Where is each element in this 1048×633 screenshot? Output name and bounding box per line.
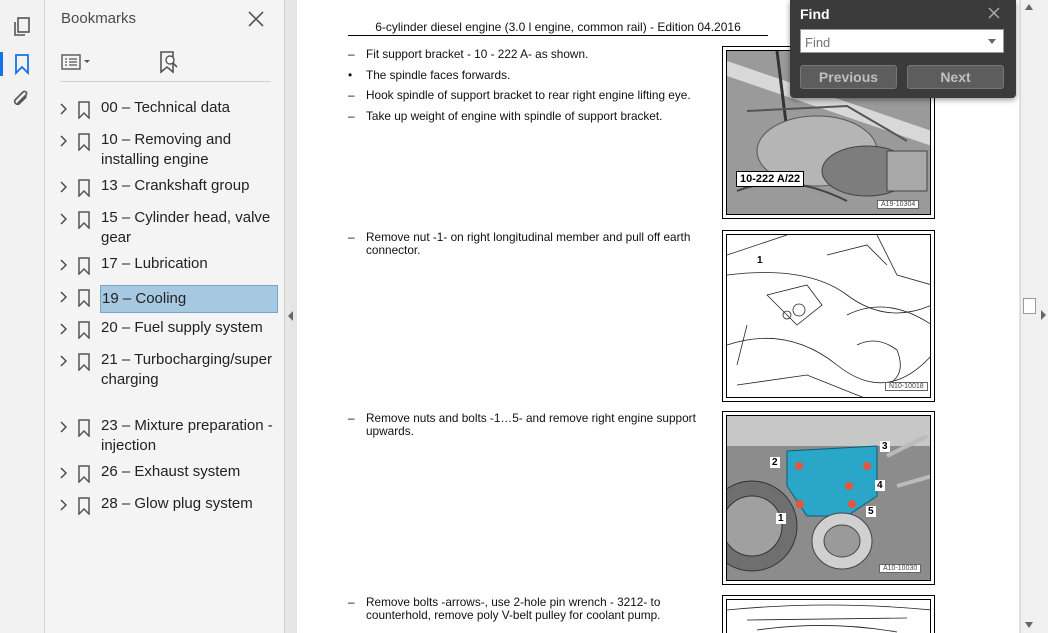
page-header: 6-cylinder diesel engine (3.0 l engine, … [348, 20, 768, 36]
figure-callout: 2 [770, 457, 780, 468]
figure-engine-support: 1 2 3 4 5 A10-10030 [722, 411, 935, 585]
bookmarks-title: Bookmarks [61, 10, 137, 27]
find-input-box[interactable] [800, 29, 1004, 53]
bookmark-icon [78, 257, 90, 275]
step-text: Remove bolts -arrows-, use 2-hole pin wr… [366, 595, 661, 622]
figure-code: N10-10018 [885, 382, 928, 391]
figure-callout: 1 [755, 255, 765, 266]
step-marker: – [348, 595, 355, 609]
figure-code: A10-10030 [879, 564, 922, 573]
next-button[interactable]: Next [907, 65, 1004, 89]
chevron-right-icon[interactable] [58, 102, 68, 116]
bookmark-label: 17 – Lubrication [101, 255, 208, 272]
bookmark-label: 21 – Turbocharging/supercharging [101, 351, 272, 388]
bookmarks-toolbar [60, 44, 271, 82]
step-text: The spindle faces forwards. [366, 68, 511, 82]
chevron-right-icon[interactable] [58, 290, 68, 304]
step-marker: – [348, 109, 355, 123]
chevron-right-icon[interactable] [58, 322, 68, 336]
instruction-step: – Remove bolts -arrows-, use 2-hole pin … [348, 595, 696, 622]
chevron-right-icon[interactable] [58, 258, 68, 272]
bookmark-icon [78, 133, 90, 151]
bookmark-label: 15 – Cylinder head, valve gear [101, 209, 271, 246]
find-panel: Find Previous Next [790, 0, 1016, 98]
pages-icon[interactable] [8, 13, 36, 41]
close-icon[interactable] [986, 5, 1002, 21]
instruction-step: – Hook spindle of support bracket to rea… [348, 88, 706, 102]
bookmark-icon [78, 289, 90, 307]
bookmark-label: 26 – Exhaust system [101, 463, 241, 480]
engine-support-illustration [727, 416, 930, 580]
bookmark-label: 20 – Fuel supply system [101, 319, 263, 336]
expand-panel-icon[interactable] [1039, 308, 1047, 322]
step-marker: – [348, 411, 355, 425]
bookmark-label: 13 – Crankshaft group [101, 177, 250, 194]
find-input[interactable] [805, 33, 981, 51]
step-text: Remove nut -1- on right longitudinal mem… [366, 230, 691, 257]
chevron-right-icon[interactable] [58, 212, 68, 226]
scroll-down-icon[interactable] [1025, 622, 1033, 628]
figure-callout: 5 [866, 506, 876, 517]
bookmark-icon [78, 211, 90, 229]
chevron-right-icon[interactable] [58, 498, 68, 512]
step-text: Remove nuts and bolts -1…5- and remove r… [366, 411, 696, 438]
previous-button[interactable]: Previous [800, 65, 897, 89]
step-text: Fit support bracket - 10 - 222 A- as sho… [366, 47, 589, 61]
figure-code: A19-10304 [877, 200, 920, 209]
new-bookmark-button[interactable] [158, 48, 180, 76]
bookmark-icon [78, 101, 90, 119]
bookmark-label: 23 – Mixture preparation - injection [101, 417, 273, 454]
figure-earth-connector: 1 N10-10018 [722, 230, 935, 402]
chevron-right-icon[interactable] [58, 134, 68, 148]
chevron-right-icon[interactable] [58, 180, 68, 194]
pulley-illustration [727, 600, 930, 633]
chevron-right-icon[interactable] [58, 466, 68, 480]
bookmarks-panel: Bookmarks 00 – Technical data 10 – Remov… [45, 0, 285, 633]
bookmark-icon [78, 321, 90, 339]
figure-callout: 3 [880, 441, 890, 452]
step-marker: – [348, 47, 355, 61]
step-marker: • [348, 68, 353, 82]
vertical-scrollbar[interactable] [1020, 0, 1036, 633]
chevron-right-icon[interactable] [58, 420, 68, 434]
instruction-step: – Remove nut -1- on right longitudinal m… [348, 230, 706, 257]
collapse-panel-icon[interactable] [285, 309, 297, 323]
step-text: Hook spindle of support bracket to rear … [366, 88, 691, 102]
bookmark-icon [78, 179, 90, 197]
bookmark-icon [78, 465, 90, 483]
step-marker: – [348, 230, 355, 244]
figure-callout: 1 [776, 513, 786, 524]
bookmark-options-button[interactable] [60, 48, 94, 76]
bookmark-icon [78, 497, 90, 515]
bookmark-label: 19 – Cooling [100, 285, 278, 313]
bookmark-label: 28 – Glow plug system [101, 495, 253, 512]
figure-callout: 4 [875, 480, 885, 491]
instruction-step: – Fit support bracket - 10 - 222 A- as s… [348, 47, 706, 61]
bookmark-icon [78, 419, 90, 437]
step-marker: – [348, 88, 355, 102]
chevron-down-icon[interactable] [987, 38, 997, 46]
close-icon[interactable] [246, 9, 266, 29]
chevron-right-icon[interactable] [58, 354, 68, 368]
bookmark-icon [78, 353, 90, 371]
instruction-step: – Remove nuts and bolts -1…5- and remove… [348, 411, 696, 438]
figure-callout: 10-222 A/22 [736, 171, 805, 187]
attachment-icon[interactable] [8, 86, 36, 114]
figure-pulley [722, 595, 935, 633]
instruction-step: – Take up weight of engine with spindle … [348, 109, 706, 123]
instruction-step: • The spindle faces forwards. [348, 68, 706, 82]
find-title: Find [800, 6, 830, 22]
scrollbar-thumb[interactable] [1023, 298, 1036, 314]
tool-rail [0, 0, 45, 633]
bookmark-label: 10 – Removing and installing engine [101, 131, 232, 168]
scroll-up-icon[interactable] [1025, 4, 1033, 10]
step-text: Take up weight of engine with spindle of… [366, 109, 663, 123]
bookmark-label: 00 – Technical data [101, 99, 230, 116]
bookmark-icon[interactable] [0, 50, 36, 78]
